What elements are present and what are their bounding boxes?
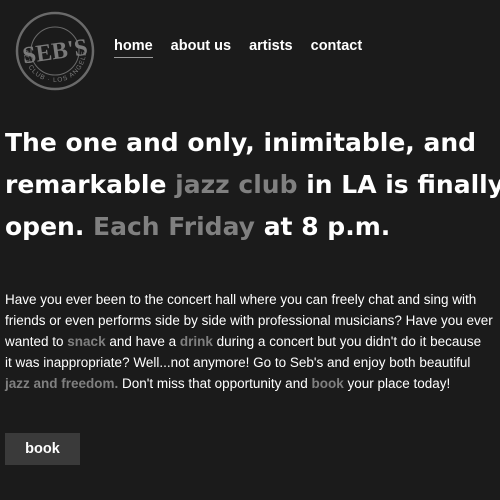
intro-text: Have you ever been to the concert hall w… — [5, 292, 477, 307]
hero-text: remarkable — [5, 170, 176, 199]
intro-paragraph: Have you ever been to the concert hall w… — [5, 289, 500, 394]
hero-heading: The one and only, inimitable, and remarka… — [5, 122, 500, 248]
intro-text: friends or even performs side by side wi… — [5, 313, 493, 328]
hero-text: in LA is finally — [297, 170, 500, 199]
sebs-logo[interactable]: SEB'S JAZZ CLUB · LOS ANGELES — [14, 10, 96, 92]
intro-text: Don't miss that opportunity and — [118, 376, 312, 391]
hero-text: The one and only, inimitable, and — [5, 128, 477, 157]
intro-highlight: jazz and freedom. — [5, 376, 119, 391]
intro-text: during a concert but you didn't do it be… — [212, 334, 482, 349]
intro-highlight: snack — [67, 334, 106, 349]
nav-artists-link[interactable]: artists — [249, 38, 293, 58]
hero-text: at 8 p.m. — [254, 212, 391, 241]
nav-contact-link[interactable]: contact — [311, 38, 363, 58]
intro-text: wanted to — [5, 334, 68, 349]
hero-text: open. — [5, 212, 94, 241]
intro-highlight: book — [311, 376, 344, 391]
intro-text: your place today! — [343, 376, 451, 391]
nav-about-us-link[interactable]: about us — [171, 38, 231, 58]
book-button[interactable]: book — [5, 433, 80, 465]
hero-highlight: jazz club — [175, 170, 298, 199]
nav-home-link[interactable]: home — [114, 38, 153, 58]
intro-text: it was inappropriate? Well...not anymore… — [5, 355, 471, 370]
hero-highlight: Each Friday — [93, 212, 255, 241]
intro-text: and have a — [105, 334, 180, 349]
main-nav: home about us artists contact — [114, 38, 362, 58]
intro-highlight: drink — [179, 334, 213, 349]
